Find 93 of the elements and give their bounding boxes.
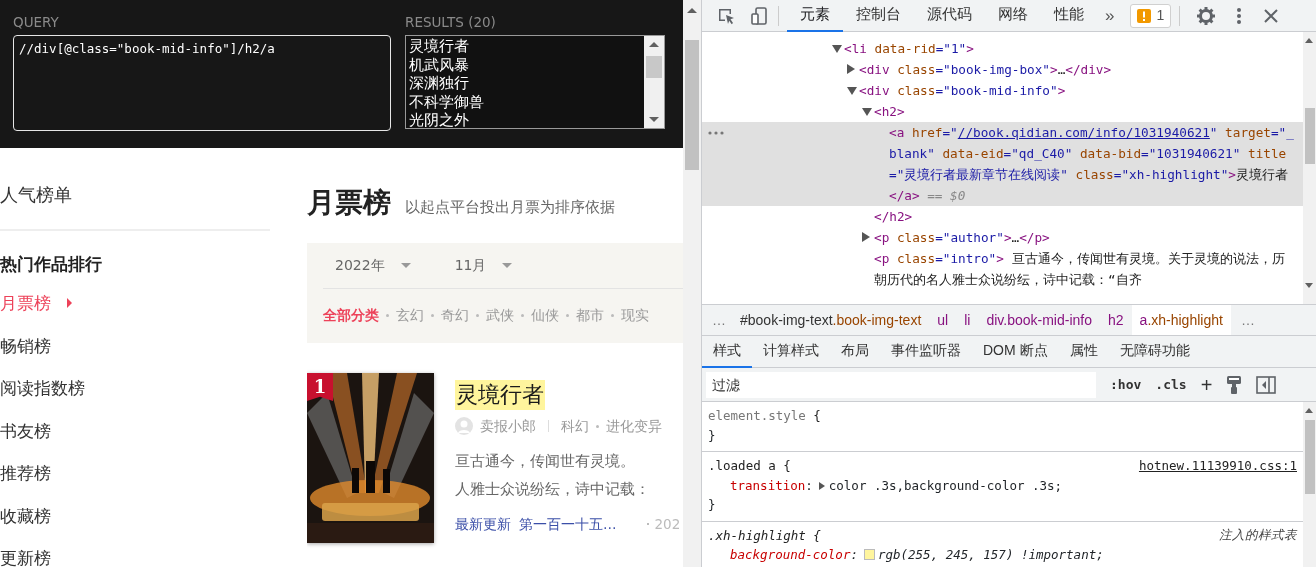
devtools-tab[interactable]: 性能 <box>1041 0 1097 32</box>
result-item[interactable]: 不科学御兽 <box>409 92 641 111</box>
category-link[interactable]: 全部分类 <box>323 305 379 326</box>
rank-badge: 1 <box>307 373 333 401</box>
page-scrollbar[interactable] <box>683 0 701 567</box>
sidebar-item[interactable]: 畅销榜 <box>0 324 270 367</box>
filter-field[interactable]: 过滤 <box>706 371 1096 398</box>
scrollbar[interactable] <box>1303 32 1316 304</box>
dom-node[interactable]: <div class="book-img-box">…</div> <box>702 59 1303 80</box>
breadcrumb-item[interactable]: div.book-mid-info <box>978 305 1100 335</box>
dom-node[interactable]: </h2> <box>702 206 1303 227</box>
breadcrumb-item[interactable]: li <box>956 305 979 335</box>
results-label: RESULTS (20) <box>405 14 497 32</box>
more-options-icon[interactable] <box>1236 6 1243 25</box>
styles-tab[interactable]: 无障碍功能 <box>1108 335 1201 368</box>
result-item[interactable]: 灵境行者 <box>409 37 641 56</box>
breadcrumb-overflow[interactable]: … <box>702 309 732 331</box>
breadcrumb-item[interactable]: h2 <box>1100 305 1132 335</box>
expand-arrow-icon[interactable] <box>818 481 825 490</box>
styles-tab[interactable]: 计算样式 <box>752 335 830 368</box>
styles-tab[interactable]: 布局 <box>830 335 880 368</box>
year-dropdown[interactable]: 2022年 <box>335 255 411 276</box>
sidebar-item[interactable]: 阅读指数榜 <box>0 367 270 410</box>
more-tabs-button[interactable]: » <box>1097 2 1123 29</box>
cls-button[interactable]: .cls <box>1155 374 1187 395</box>
month-dropdown[interactable]: 11月 <box>454 255 513 276</box>
devtools-tab[interactable]: 元素 <box>787 0 843 32</box>
query-label: QUERY <box>13 14 60 32</box>
sidebar-header: 人气榜单 <box>0 182 270 231</box>
caret-icon <box>502 263 513 268</box>
avatar-icon <box>455 417 473 435</box>
issues-button[interactable]: 1 <box>1130 3 1172 28</box>
device-icon[interactable] <box>750 5 770 26</box>
dom-node[interactable]: <p class="author">…</p> <box>702 227 1303 248</box>
results-list[interactable]: 灵境行者 机武风暴 深渊独行 不科学御兽 光阴之外 <box>405 35 665 129</box>
sidebar-item[interactable]: 月票榜 <box>0 282 270 325</box>
css-brace: } <box>708 426 717 445</box>
source-label: 注入的样式表 <box>1219 526 1297 544</box>
sidebar-item[interactable]: 推荐榜 <box>0 452 270 495</box>
book-intro: 亘古通今，传闻世有灵境。 人雅士众说纷纭，诗中记载： <box>455 451 651 500</box>
collapse-arrow-icon[interactable] <box>847 87 857 95</box>
breadcrumb-item[interactable]: a.xh-highlight <box>1131 305 1231 335</box>
styles-tab[interactable]: DOM 断点 <box>972 335 1059 368</box>
warning-icon <box>1137 8 1152 23</box>
css-declaration[interactable]: transition: color .3s,background-color .3s; <box>708 475 1297 495</box>
add-rule-button[interactable]: + <box>1200 374 1213 395</box>
sidebar-item[interactable]: 书友榜 <box>0 409 270 452</box>
styles-tab[interactable]: 事件监听器 <box>880 335 972 368</box>
css-brace: } <box>708 496 717 514</box>
arrow-icon <box>67 298 72 309</box>
result-item[interactable]: 机武风暴 <box>409 55 641 74</box>
paint-roller-icon[interactable] <box>1226 374 1243 395</box>
expand-arrow-icon[interactable] <box>847 64 855 74</box>
latest-chapter-link[interactable]: 第一百一十五… <box>519 514 617 535</box>
dom-node[interactable]: <div class="book-mid-info"> <box>702 80 1303 101</box>
dom-node[interactable]: <p class="intro"> 亘古通今，传闻世有灵境。关于灵境的说法，历朝历代的名人雅士众说纷纭，诗中记载：“自齐 <box>702 248 1303 290</box>
sidebar-item[interactable]: 更新榜 <box>0 537 270 567</box>
breadcrumb-item[interactable]: #book-img-text.book-img-text <box>732 305 930 335</box>
expand-arrow-icon[interactable] <box>862 232 870 242</box>
stylesheet-link[interactable]: hotnew.11139910.css:1 <box>1138 456 1297 476</box>
book-title[interactable]: 灵境行者 <box>455 380 545 410</box>
url-link[interactable]: //book.qidian.com/info/1031940621 <box>957 125 1210 140</box>
page-title: 月票榜 <box>307 185 391 221</box>
dots-icon[interactable] <box>708 131 724 135</box>
result-item[interactable]: 深渊独行 <box>409 74 641 93</box>
css-selector: .loaded a { <box>708 457 791 475</box>
latest-label: 最新更新 <box>455 515 511 534</box>
caret-icon <box>400 263 411 268</box>
color-swatch[interactable] <box>863 549 875 560</box>
scrollbar[interactable] <box>644 36 664 128</box>
breadcrumb-item[interactable]: ul <box>929 305 957 335</box>
page-subtitle: 以起点平台投出月票为排序依据 <box>405 197 615 218</box>
css-declaration[interactable]: background-color: rgb(255, 245, 157) !important; <box>708 545 1297 565</box>
devtools-tab[interactable]: 控制台 <box>843 0 914 32</box>
devtools-tab[interactable]: 源代码 <box>914 0 985 32</box>
close-icon[interactable] <box>1264 8 1279 23</box>
breadcrumb-overflow[interactable]: … <box>1230 309 1265 331</box>
section-title: 热门作品排行 <box>0 253 103 276</box>
settings-icon[interactable] <box>1196 5 1217 26</box>
devtools-tab[interactable]: 网络 <box>985 0 1041 32</box>
dom-node[interactable]: <li data-rid="1"> <box>702 38 1303 59</box>
css-selector: element.style { <box>708 407 821 425</box>
result-item[interactable]: 光阴之外 <box>409 111 641 128</box>
scrollbar[interactable] <box>1303 402 1316 567</box>
css-selector: .xh-highlight { <box>708 526 821 545</box>
query-field[interactable]: //div[@class="book-mid-info"]/h2/a <box>13 35 391 131</box>
hov-button[interactable]: :hov <box>1110 374 1142 395</box>
dom-node[interactable]: <a href="//book.qidian.com/info/1031940621" target="_blank" data-eid="qd_C40" data-bid="1031940621" title ="灵境行者最新章节在线阅读" class="xh-highlight">灵境行者 </a> == $0 <box>702 122 1303 206</box>
styles-tab[interactable]: 属性 <box>1058 335 1109 368</box>
sidebar-toggle-icon[interactable] <box>1256 375 1277 394</box>
sidebar-item[interactable]: 收藏榜 <box>0 494 270 537</box>
collapse-arrow-icon[interactable] <box>832 45 842 53</box>
update-date: 202 <box>654 515 681 534</box>
